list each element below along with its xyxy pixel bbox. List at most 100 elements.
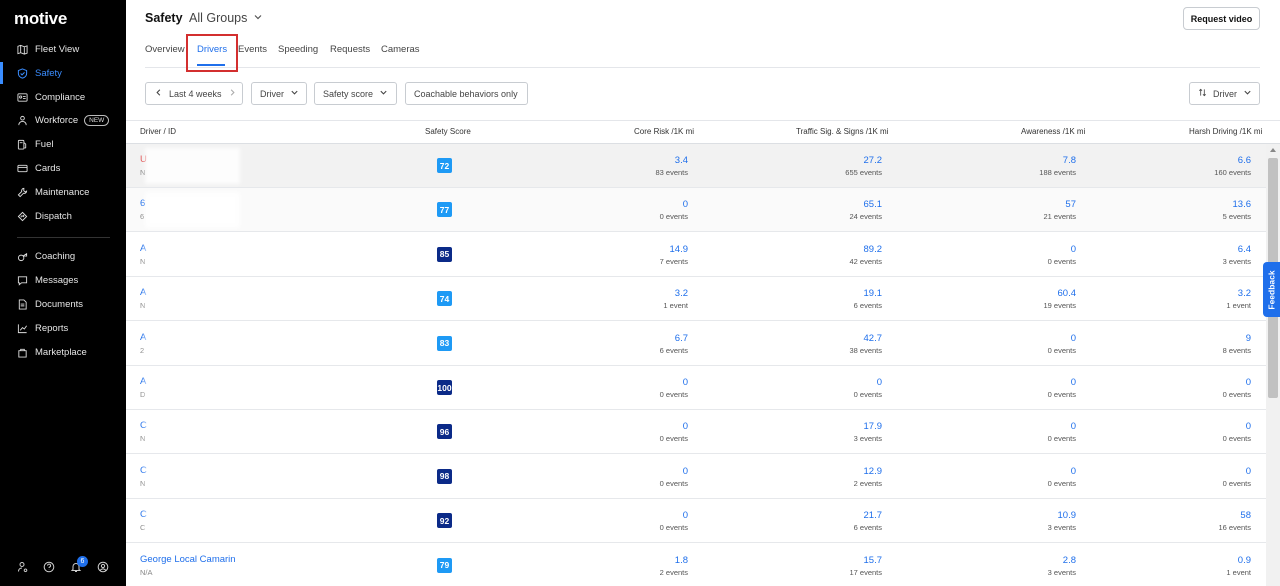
sidebar-item-compliance[interactable]: Compliance [0,86,126,108]
table-row[interactable]: 6 6 77 0 0 events 65.1 24 events 57 21 events 13.… [126,188,1266,233]
awareness-value-link[interactable]: 0 [976,333,1076,344]
driver-name-link[interactable]: George Local Camarin [140,554,236,565]
table-row[interactable]: A D 100 0 0 events 0 0 events 0 0 events 0 0 event… [126,366,1266,410]
core-risk-value-link[interactable]: 3.4 [588,155,688,166]
table-row[interactable]: C N 98 0 0 events 12.9 2 events 0 0 events 0 0 eve… [126,455,1266,499]
harsh-driving-value-link[interactable]: 0 [1151,466,1251,477]
harsh-driving-value-link[interactable]: 9 [1151,333,1251,344]
tab-cameras[interactable]: Cameras [381,44,420,55]
coachable-behaviors-toggle[interactable]: Coachable behaviors only [405,82,528,105]
core-risk-cell: 3.4 83 events [588,155,688,177]
harsh-driving-value-link[interactable]: 3.2 [1151,288,1251,299]
group-selector[interactable]: All Groups [189,11,263,25]
driver-filter[interactable]: Driver [251,82,307,105]
awareness-value-link[interactable]: 0 [976,244,1076,255]
date-range-filter[interactable]: Last 4 weeks [145,82,243,105]
table-row[interactable]: A N 74 3.2 1 event 19.1 6 events 60.4 19 events 3… [126,277,1266,322]
table-row[interactable]: U N 72 3.4 83 events 27.2 655 events 7.8 188 eve… [126,144,1266,188]
column-header-awareness[interactable]: Awareness /1K mi [1021,127,1085,136]
person-icon [17,115,28,126]
table-row[interactable]: A 2 83 6.7 6 events 42.7 38 events 0 0 events 9 8 … [126,322,1266,366]
safety-score-filter[interactable]: Safety score [314,82,397,105]
awareness-value-link[interactable]: 2.8 [976,555,1076,566]
sidebar-item-workforce[interactable]: Workforce NEW [0,109,126,131]
motive-logo[interactable]: motive [14,9,67,29]
tab-overview[interactable]: Overview [145,44,185,55]
awareness-value-link[interactable]: 60.4 [976,288,1077,299]
traffic-signs-events: 6 events [853,523,882,533]
traffic-signs-value-link[interactable]: 21.7 [782,510,883,521]
chevron-right-icon[interactable] [228,88,237,99]
harsh-driving-value-link[interactable]: 58 [1151,510,1251,521]
sidebar-item-maintenance[interactable]: Maintenance [0,181,126,203]
column-header-core-risk[interactable]: Core Risk /1K mi [634,127,694,136]
core-risk-value-link[interactable]: 0 [588,510,688,521]
sidebar-item-coaching[interactable]: Coaching [0,245,126,267]
sidebar-item-fleet-view[interactable]: Fleet View [0,38,126,60]
table-row[interactable]: C C 92 0 0 events 21.7 6 events 10.9 3 events 58 1… [126,499,1266,544]
sidebar-item-documents[interactable]: Documents [0,293,126,315]
awareness-value-link[interactable]: 0 [976,466,1076,477]
scroll-up-arrow-icon[interactable] [1270,148,1276,152]
column-header-safety-score[interactable]: Safety Score [425,127,471,136]
traffic-signs-value-link[interactable]: 65.1 [782,199,883,210]
traffic-signs-value-link[interactable]: 89.2 [782,244,883,255]
redacted-driver-info [145,503,240,540]
sidebar-item-marketplace[interactable]: Marketplace [0,341,126,363]
feedback-tab[interactable]: Feedback [1263,262,1280,317]
column-header-harsh-driving[interactable]: Harsh Driving /1K mi [1189,127,1262,136]
awareness-value-link[interactable]: 10.9 [976,510,1077,521]
tab-requests[interactable]: Requests [330,44,370,55]
redacted-driver-info [145,281,240,318]
awareness-value-link[interactable]: 57 [976,199,1076,210]
request-video-button[interactable]: Request video [1183,7,1260,30]
sort-select[interactable]: Driver [1189,82,1260,105]
user-settings-icon[interactable] [16,560,29,573]
traffic-signs-events: 38 events [849,345,882,355]
traffic-signs-value-link[interactable]: 42.7 [782,333,883,344]
awareness-value-link[interactable]: 7.8 [976,155,1076,166]
sidebar-item-safety[interactable]: Safety [0,62,126,84]
route-icon [17,211,28,222]
harsh-driving-value-link[interactable]: 13.6 [1151,199,1252,210]
harsh-driving-value-link[interactable]: 0 [1151,421,1251,432]
traffic-signs-value-link[interactable]: 12.9 [782,466,883,477]
sidebar-item-messages[interactable]: Messages [0,269,126,291]
awareness-value-link[interactable]: 0 [976,377,1076,388]
traffic-signs-value-link[interactable]: 19.1 [782,288,883,299]
sidebar-item-fuel[interactable]: Fuel [0,133,126,155]
column-header-traffic-signs[interactable]: Traffic Sig. & Signs /1K mi [796,127,888,136]
tab-events[interactable]: Events [238,44,267,55]
core-risk-value-link[interactable]: 14.9 [588,244,689,255]
sidebar-item-cards[interactable]: Cards [0,157,126,179]
table-row[interactable]: C N 96 0 0 events 17.9 3 events 0 0 events 0 0 eve… [126,410,1266,455]
sidebar-item-reports[interactable]: Reports [0,317,126,339]
harsh-driving-value-link[interactable]: 6.4 [1151,244,1251,255]
core-risk-value-link[interactable]: 0 [588,466,688,477]
help-icon[interactable] [42,560,55,573]
core-risk-value-link[interactable]: 0 [588,421,688,432]
awareness-value-link[interactable]: 0 [976,421,1076,432]
safety-score-badge: 98 [437,468,452,484]
column-header-driver[interactable]: Driver / ID [140,127,176,136]
core-risk-value-link[interactable]: 0 [588,377,688,388]
account-icon[interactable] [96,560,109,573]
core-risk-value-link[interactable]: 0 [588,199,688,210]
traffic-signs-value-link[interactable]: 15.7 [782,555,883,566]
core-risk-value-link[interactable]: 3.2 [588,288,688,299]
notification-badge: 6 [77,556,88,567]
harsh-driving-value-link[interactable]: 0.9 [1151,555,1251,566]
table-row[interactable]: George Local Camarin N/A 79 1.8 2 events 15.7… [126,544,1266,586]
table-row[interactable]: A N 85 14.9 7 events 89.2 42 events 0 0 events 6.… [126,233,1266,277]
sidebar-item-dispatch[interactable]: Dispatch [0,205,126,227]
harsh-driving-value-link[interactable]: 6.6 [1151,155,1251,166]
traffic-signs-value-link[interactable]: 0 [782,377,882,388]
traffic-signs-value-link[interactable]: 27.2 [782,155,883,166]
tab-speeding[interactable]: Speeding [278,44,318,55]
traffic-signs-value-link[interactable]: 17.9 [782,421,883,432]
group-selector-label: All Groups [189,11,248,25]
core-risk-value-link[interactable]: 1.8 [588,555,688,566]
core-risk-value-link[interactable]: 6.7 [588,333,688,344]
chevron-left-icon[interactable] [154,88,163,99]
harsh-driving-value-link[interactable]: 0 [1151,377,1251,388]
